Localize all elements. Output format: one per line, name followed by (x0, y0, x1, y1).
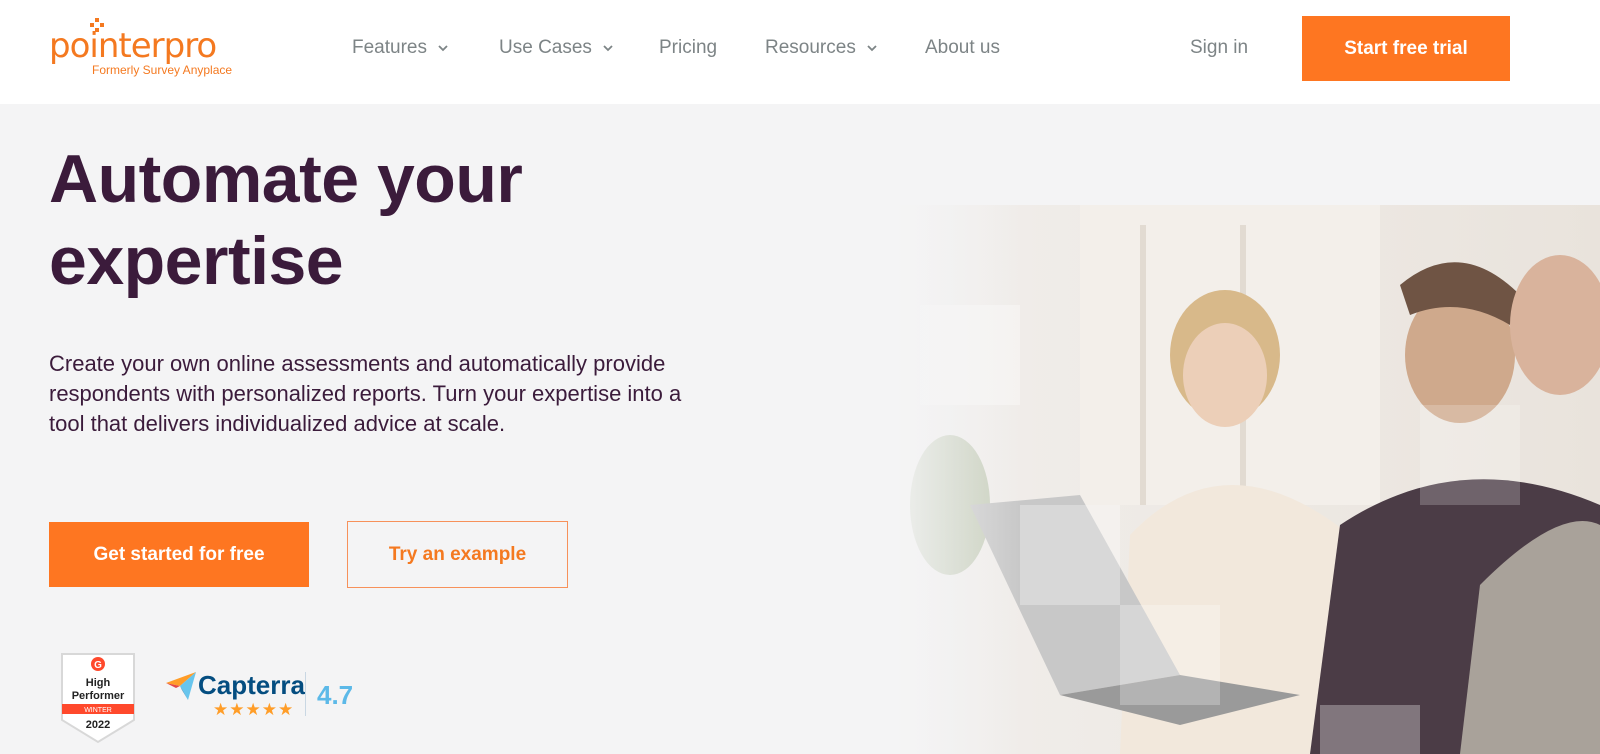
nav-item-label: Resources (765, 37, 856, 58)
capterra-score: 4.7 (317, 680, 354, 710)
hero-title-line-1: Automate your (49, 141, 523, 217)
capterra-arrow-icon (166, 672, 196, 700)
site-header: pointerpro Formerly Survey Anyplace Feat… (0, 0, 1600, 104)
svg-text:G: G (94, 660, 102, 671)
nav-item-pricing[interactable]: Pricing (659, 34, 717, 62)
sign-in-link[interactable]: Sign in (1190, 34, 1248, 62)
hero-title-line-2: expertise (49, 223, 344, 299)
star-rating-icon: ★★★★★ (213, 700, 295, 720)
chevron-down-icon (438, 45, 448, 52)
capterra-wordmark: Capterra (198, 670, 305, 700)
divider (305, 672, 306, 716)
chevron-down-icon (603, 45, 613, 52)
chevron-down-icon (867, 45, 877, 52)
hero-title: Automate your expertise (49, 138, 749, 302)
g2-line-1: High (86, 677, 111, 689)
logo-tagline: Formerly Survey Anyplace (92, 63, 233, 77)
g2-high-performer-badge: G High Performer WINTER 2022 (56, 650, 140, 746)
get-started-button[interactable]: Get started for free (49, 522, 309, 587)
logo-wordmark: pointerpro (49, 26, 217, 66)
hero-photo (880, 205, 1600, 754)
hero-description: Create your own online assessments and a… (49, 351, 682, 436)
g2-line-2: Performer (72, 690, 125, 702)
start-free-trial-button[interactable]: Start free trial (1302, 16, 1510, 81)
nav-item-about-us[interactable]: About us (925, 34, 1000, 62)
g2-season: WINTER (84, 707, 112, 714)
pointerpro-logo[interactable]: pointerpro Formerly Survey Anyplace (49, 18, 249, 80)
nav-item-label: Features (352, 37, 427, 58)
g2-year: 2022 (86, 719, 110, 731)
nav-item-label: Use Cases (499, 37, 592, 58)
nav-item-features[interactable]: Features (352, 34, 449, 62)
nav-item-resources[interactable]: Resources (765, 34, 878, 62)
nav-item-label: Pricing (659, 37, 718, 58)
try-example-button[interactable]: Try an example (347, 521, 568, 588)
capterra-rating-badge: Capterra ★★★★★ 4.7 (166, 668, 366, 724)
nav-item-label: About us (925, 37, 1000, 58)
nav-item-use-cases[interactable]: Use Cases (499, 34, 614, 62)
